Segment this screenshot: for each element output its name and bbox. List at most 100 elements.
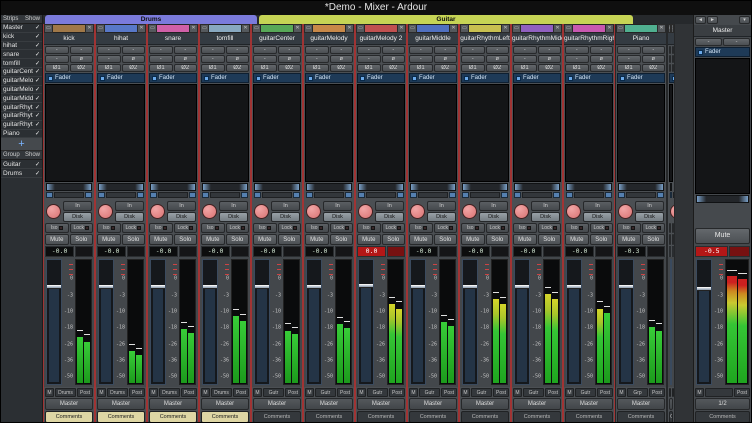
output-button[interactable]: Master	[461, 398, 509, 410]
pan-center-button[interactable]	[522, 192, 552, 198]
solo-lock-button[interactable]: Lock	[70, 223, 94, 233]
solo-lock-button[interactable]: Lock	[672, 223, 674, 233]
gain-fader[interactable]	[46, 259, 62, 385]
solo-button[interactable]: Solo	[278, 234, 302, 245]
gain-fader[interactable]	[202, 259, 218, 385]
polarity-button[interactable]: ø	[174, 55, 198, 63]
strip-close-button[interactable]: ✕	[657, 24, 666, 33]
solo-lock-button[interactable]: Lock	[434, 223, 458, 233]
input-button[interactable]: -	[617, 46, 641, 54]
strip-close-button[interactable]: ✕	[397, 24, 406, 33]
strip-close-button[interactable]: ✕	[241, 24, 250, 33]
output-mini-button[interactable]: -	[434, 46, 458, 54]
polarity-button[interactable]: ø	[122, 55, 146, 63]
fader-processor[interactable]: Fader	[201, 73, 249, 83]
monitor-disk-button[interactable]: Disk	[531, 212, 560, 222]
processor-led-icon[interactable]	[516, 76, 521, 81]
polarity-button[interactable]: ø	[278, 55, 302, 63]
strip-hide-button[interactable]: ▭	[96, 24, 105, 33]
fader-processor[interactable]: Fader	[45, 73, 93, 83]
track-name-button[interactable]: tomfill	[200, 33, 250, 45]
sidebar-list-item[interactable]: kick ✓	[1, 33, 42, 42]
gain-display[interactable]: -0.0	[409, 246, 438, 257]
check-icon[interactable]: ✓	[35, 86, 40, 93]
group-tab[interactable]: Guitar	[259, 15, 633, 24]
output-button[interactable]: Master	[305, 398, 353, 410]
gain-fader[interactable]	[566, 259, 582, 385]
check-icon[interactable]: ✓	[35, 60, 40, 67]
check-icon[interactable]: ✓	[35, 121, 40, 128]
record-enable-button[interactable]	[566, 204, 581, 219]
phase-2-button[interactable]: Ø2	[330, 64, 354, 72]
solo-button[interactable]: Solo	[590, 234, 614, 245]
processor-led-icon[interactable]	[204, 76, 209, 81]
metering-button[interactable]: M	[305, 388, 314, 397]
peak-display[interactable]	[543, 246, 561, 257]
output-button[interactable]	[669, 398, 673, 410]
solo-isolate-button[interactable]: Iso	[253, 223, 277, 233]
group-button[interactable]: Drums	[107, 388, 128, 397]
gain-display[interactable]: -0.0	[565, 246, 594, 257]
output-button[interactable]: Master	[97, 398, 145, 410]
pan-right-handle[interactable]	[657, 192, 664, 198]
gain-fader[interactable]	[462, 259, 478, 385]
phase-2-button[interactable]: Ø2	[278, 64, 302, 72]
polarity-button[interactable]: ø	[70, 55, 94, 63]
master-group-button[interactable]	[705, 388, 733, 397]
strip-hide-button[interactable]: ▭	[616, 24, 625, 33]
monitor-disk-button[interactable]: Disk	[323, 212, 352, 222]
pan-center-button[interactable]	[314, 192, 344, 198]
check-icon[interactable]: ✓	[35, 33, 40, 40]
pan-left-handle[interactable]	[618, 192, 625, 198]
processor-box[interactable]	[45, 84, 93, 182]
strip-close-button[interactable]: ✕	[501, 24, 510, 33]
sidebar-list-item[interactable]: guitarRhythmRight ✓	[1, 121, 42, 130]
mute-button[interactable]: Mute	[409, 234, 433, 245]
mute-button[interactable]: Mute	[201, 234, 225, 245]
monitor-input-button[interactable]: In	[583, 201, 612, 211]
pan-slider[interactable]	[46, 183, 92, 191]
master-name-button[interactable]: Master	[694, 25, 751, 37]
mute-button[interactable]: Mute	[513, 234, 537, 245]
solo-lock-button[interactable]: Lock	[330, 223, 354, 233]
peak-display[interactable]	[647, 246, 665, 257]
group-tab[interactable]: Drums	[45, 15, 257, 24]
processor-led-icon[interactable]	[568, 76, 573, 81]
phase-1-button[interactable]: Ø1	[305, 64, 329, 72]
solo-lock-button[interactable]: Lock	[122, 223, 146, 233]
master-pan-slider[interactable]	[696, 195, 749, 203]
processor-box[interactable]	[201, 84, 249, 182]
strip-hide-button[interactable]: ▭	[44, 24, 53, 33]
strip-hide-button[interactable]: ▭	[356, 24, 365, 33]
phase-1-button[interactable]: Ø1	[513, 64, 537, 72]
peak-display[interactable]	[439, 246, 457, 257]
record-enable-button[interactable]	[98, 204, 113, 219]
phase-1-button[interactable]: Ø1	[149, 64, 173, 72]
meter-point-button[interactable]: Post	[181, 388, 197, 397]
processor-led-icon[interactable]	[152, 76, 157, 81]
strip-close-button[interactable]: ✕	[85, 24, 94, 33]
monitor-input-button[interactable]: In	[115, 201, 144, 211]
processor-box[interactable]	[669, 84, 673, 182]
track-name-button[interactable]: guitarRhythmMiddle	[512, 33, 562, 45]
check-icon[interactable]: ✓	[35, 130, 40, 137]
phase-2-button[interactable]: Ø2	[538, 64, 562, 72]
master-input-button[interactable]: -	[695, 38, 722, 46]
processor-led-icon[interactable]	[464, 76, 469, 81]
track-name-button[interactable]: guitarRhythmLeft	[460, 33, 510, 45]
track-name-button[interactable]: guitarMelody 2	[356, 33, 406, 45]
comments-button[interactable]: Comments	[357, 411, 405, 423]
polarity-button[interactable]: ø	[486, 55, 510, 63]
processor-box[interactable]	[409, 84, 457, 182]
solo-button[interactable]: Solo	[122, 234, 146, 245]
check-icon[interactable]: ✓	[35, 104, 40, 111]
processor-box[interactable]	[97, 84, 145, 182]
pan-center-button[interactable]	[470, 192, 500, 198]
processor-led-icon[interactable]	[620, 76, 625, 81]
gain-display[interactable]: -0.0	[305, 246, 334, 257]
input-button[interactable]: -	[305, 46, 329, 54]
solo-isolate-button[interactable]: Iso	[669, 223, 671, 233]
output-mini-button[interactable]: -	[538, 46, 562, 54]
comments-button[interactable]: Comments	[45, 411, 93, 423]
metering-button[interactable]: M	[409, 388, 418, 397]
